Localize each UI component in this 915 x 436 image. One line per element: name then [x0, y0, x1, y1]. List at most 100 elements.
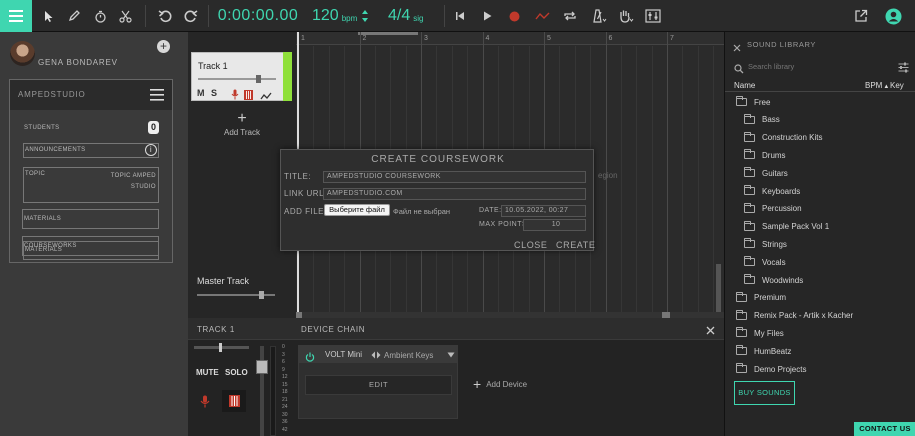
students-row[interactable]: STUDENTS 0	[19, 121, 161, 135]
volume-knob[interactable]	[259, 291, 264, 299]
timer-tool-button[interactable]	[89, 0, 111, 32]
record-icon	[509, 11, 519, 21]
menu-button[interactable]	[0, 0, 32, 32]
redo-button[interactable]	[179, 0, 201, 32]
topic-row[interactable]: TOPIC TOPIC AMPED STUDIO	[23, 167, 159, 203]
library-item[interactable]: Percussion	[744, 202, 802, 215]
grid-line	[667, 32, 668, 312]
library-item[interactable]: Vocals	[744, 256, 786, 268]
add-track-button[interactable]: + Add Track	[218, 111, 266, 138]
close-library-button[interactable]	[733, 39, 741, 57]
share-button[interactable]	[850, 0, 872, 32]
library-item[interactable]: Bass	[744, 113, 780, 126]
library-item[interactable]: Sample Pack Vol 1	[744, 220, 829, 233]
add-device-button[interactable]: + Add Device	[473, 377, 527, 391]
hamburger-icon	[150, 89, 164, 101]
meter-tick-label: 36	[282, 419, 288, 425]
cut-tool-button[interactable]	[114, 0, 136, 32]
device-name[interactable]: VOLT Mini	[325, 350, 362, 359]
signature-display[interactable]: 4/4 sig	[388, 0, 438, 32]
create-button[interactable]: CREATE	[556, 240, 595, 250]
solo-button[interactable]: S	[211, 88, 217, 98]
volume-fader-track[interactable]	[256, 346, 268, 436]
choose-file-button[interactable]: Выберите файл	[324, 204, 390, 216]
link-input[interactable]: AMPEDSTUDIO.COM	[323, 188, 586, 200]
master-volume-slider[interactable]	[197, 291, 275, 299]
channel-pan-slider[interactable]	[194, 343, 249, 352]
record-button[interactable]	[504, 0, 524, 32]
automation-button[interactable]	[531, 0, 553, 32]
channel-instrument-button[interactable]	[222, 390, 246, 412]
keyboard-icon[interactable]	[244, 87, 253, 105]
top-toolbar: 0:00:00.00 120 bpm 4/4 sig	[0, 0, 915, 32]
library-item[interactable]: Construction Kits	[744, 131, 822, 144]
tempo-display[interactable]: 120 bpm	[312, 0, 378, 32]
materials-box[interactable]: MATERIALS	[22, 209, 159, 229]
channel-record-arm[interactable]	[200, 395, 210, 413]
buy-sounds-button[interactable]: BUY SOUNDS	[734, 381, 795, 405]
column-name[interactable]: Name	[734, 81, 755, 90]
pan-knob[interactable]	[219, 343, 222, 352]
library-item[interactable]: Strings	[744, 238, 787, 250]
library-item[interactable]: Woodwinds	[744, 274, 803, 286]
pencil-tool-button[interactable]	[63, 0, 85, 32]
metronome-button[interactable]	[587, 0, 611, 32]
info-icon[interactable]: i	[145, 144, 157, 156]
input-monitor-button[interactable]	[614, 0, 638, 32]
search-input[interactable]	[748, 60, 878, 72]
filter-button[interactable]	[898, 60, 909, 78]
announcements-row[interactable]: ANNOUNCEMENTS i	[23, 143, 159, 158]
column-key[interactable]: Key	[890, 81, 904, 90]
contact-us-button[interactable]: CONTACT US	[854, 422, 915, 436]
account-button[interactable]	[882, 0, 904, 32]
library-item[interactable]: HumBeatz	[736, 345, 791, 357]
loop-region-marker[interactable]	[358, 32, 418, 35]
keyboard-icon	[228, 395, 240, 407]
vertical-scrollbar[interactable]	[716, 264, 721, 312]
meter-tick-label: 18	[282, 389, 288, 395]
column-bpm[interactable]: BPM▲	[865, 81, 889, 90]
close-panel-button[interactable]	[706, 322, 715, 340]
track-header[interactable]: Track 1 M S	[191, 52, 292, 101]
record-arm-icon[interactable]	[231, 87, 239, 105]
title-input[interactable]: AMPEDSTUDIO COURSEWORK	[323, 171, 586, 183]
max-points-input[interactable]: 10	[523, 219, 586, 231]
track-volume-slider[interactable]	[198, 75, 276, 83]
tempo-stepper-icon[interactable]	[361, 9, 369, 23]
mixer-button[interactable]	[641, 0, 665, 32]
library-item[interactable]: Demo Projects	[736, 363, 806, 375]
pointer-tool-button[interactable]	[38, 0, 60, 32]
rewind-button[interactable]	[450, 0, 470, 32]
library-item-label: Premium	[754, 293, 787, 303]
folder-icon	[744, 220, 755, 231]
close-button[interactable]: CLOSE	[514, 240, 548, 250]
undo-button[interactable]	[154, 0, 176, 32]
file-status: Файл не выбран	[393, 207, 451, 216]
device-edit-button[interactable]: EDIT	[305, 375, 452, 395]
preset-selector[interactable]: Ambient Keys	[371, 350, 455, 360]
library-item[interactable]: Free	[736, 96, 770, 108]
mute-button[interactable]: M	[197, 88, 205, 98]
automation-icon[interactable]	[260, 88, 272, 106]
library-item[interactable]: Premium	[736, 291, 787, 304]
folder-icon	[744, 256, 755, 267]
channel-mute-button[interactable]: MUTE	[196, 368, 219, 377]
volume-fader-knob[interactable]	[256, 360, 268, 374]
date-input[interactable]: 10.05.2022, 00:27	[501, 205, 586, 217]
library-item[interactable]: Guitars	[744, 167, 788, 179]
library-item[interactable]: Remix Pack - Artik x Kacher	[736, 309, 853, 322]
master-track-header[interactable]: Master Track	[191, 267, 292, 307]
loop-button[interactable]	[559, 0, 581, 32]
library-item[interactable]: Drums	[744, 149, 786, 161]
track-name[interactable]: Track 1	[198, 61, 228, 71]
courseworks-box[interactable]: COURSEWORKS	[22, 236, 159, 256]
volume-knob[interactable]	[256, 75, 261, 83]
time-display[interactable]: 0:00:00.00	[216, 0, 300, 32]
add-button[interactable]: +	[157, 40, 170, 53]
library-item[interactable]: Keyboards	[744, 185, 800, 197]
device-power-button[interactable]	[305, 349, 315, 367]
channel-solo-button[interactable]: SOLO	[225, 368, 248, 377]
play-button[interactable]	[477, 0, 497, 32]
library-item[interactable]: My Files	[736, 327, 784, 339]
lms-menu-button[interactable]	[150, 88, 164, 106]
